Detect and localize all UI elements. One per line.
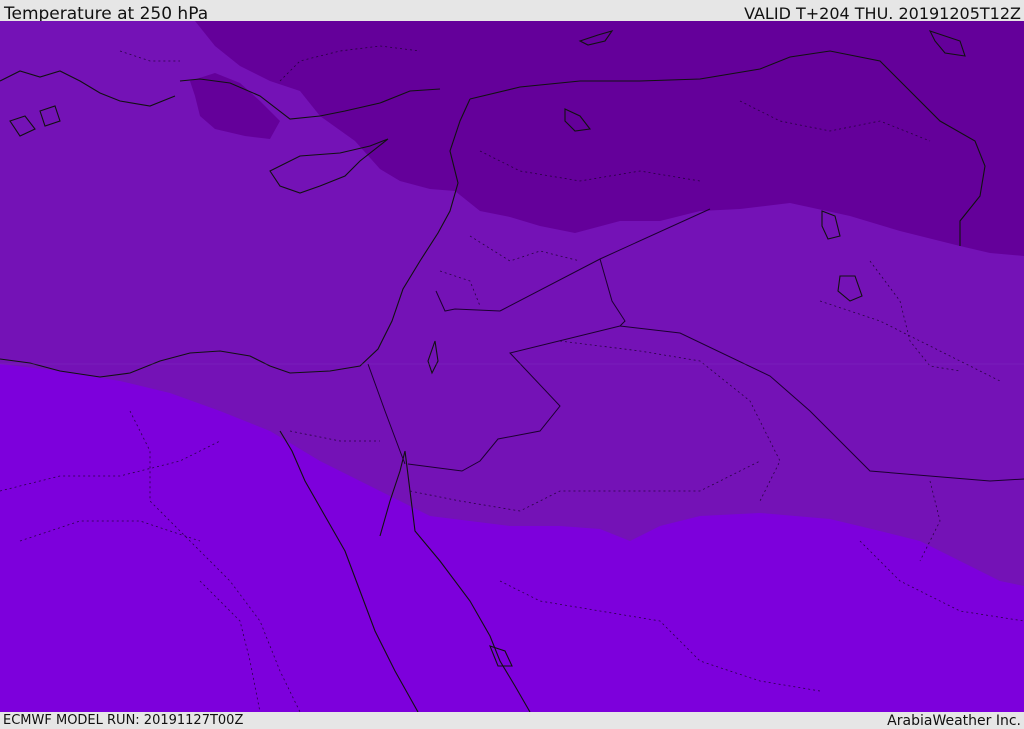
brand-credit: ArabiaWeather Inc. [887,713,1021,729]
map-canvas [0,21,1024,712]
header-bar: Temperature at 250 hPa VALID T+204 THU. … [0,0,1024,24]
model-run: ECMWF MODEL RUN: 20191127T00Z [3,713,244,728]
temperature-map[interactable] [0,21,1024,712]
footer-bar: ECMWF MODEL RUN: 20191127T00Z ArabiaWeat… [0,712,1024,729]
